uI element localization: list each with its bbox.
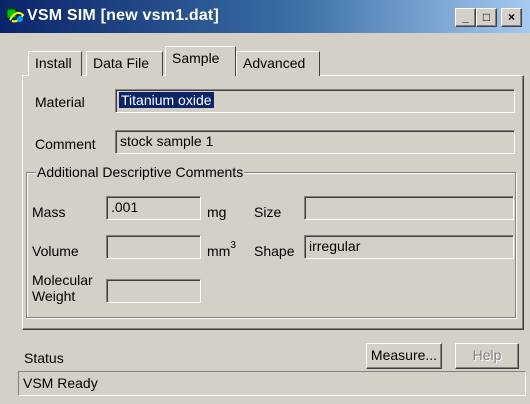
- shape-field[interactable]: irregular: [304, 235, 514, 259]
- shape-label: Shape: [254, 243, 295, 259]
- tab-install[interactable]: Install: [28, 51, 82, 76]
- minimize-button[interactable]: _: [455, 8, 476, 27]
- volume-unit-exponent: 3: [230, 240, 236, 251]
- tab-advanced[interactable]: Advanced: [236, 51, 320, 76]
- status-message: VSM Ready: [18, 371, 526, 396]
- size-field[interactable]: [304, 196, 514, 220]
- mass-label: Mass: [32, 204, 66, 220]
- tab-sample[interactable]: Sample: [165, 46, 236, 76]
- material-value: Titanium oxide: [119, 92, 214, 108]
- window-title: VSM SIM [new vsm1.dat]: [27, 7, 219, 24]
- measure-button[interactable]: Measure...: [366, 343, 442, 369]
- material-field[interactable]: Titanium oxide: [115, 89, 515, 113]
- molecular-label-line1: Molecular: [32, 272, 93, 288]
- tab-data-file[interactable]: Data File: [86, 51, 163, 76]
- mass-field[interactable]: .001: [106, 196, 201, 220]
- app-window: VSM SIM [new vsm1.dat] _ □ × Install Dat…: [0, 0, 530, 404]
- close-button[interactable]: ×: [501, 8, 522, 27]
- app-icon: [6, 8, 25, 23]
- volume-unit-base: mm: [207, 243, 231, 259]
- volume-field[interactable]: [106, 235, 201, 259]
- molecular-label-line2: Weight: [32, 288, 76, 304]
- maximize-button[interactable]: □: [476, 8, 497, 27]
- molecular-weight-label: Molecular Weight: [32, 272, 93, 304]
- help-button: Help: [455, 343, 519, 369]
- volume-label: Volume: [32, 243, 79, 259]
- status-label: Status: [24, 350, 64, 366]
- volume-unit: mm3: [207, 240, 236, 259]
- title-bar[interactable]: VSM SIM [new vsm1.dat] _ □ ×: [0, 0, 530, 33]
- mass-unit: mg: [207, 204, 227, 220]
- comment-field[interactable]: stock sample 1: [115, 130, 515, 154]
- group-title: Additional Descriptive Comments: [36, 164, 245, 180]
- size-label: Size: [254, 204, 282, 220]
- material-label: Material: [35, 94, 85, 110]
- comment-label: Comment: [35, 136, 96, 152]
- molecular-weight-field[interactable]: [106, 279, 201, 303]
